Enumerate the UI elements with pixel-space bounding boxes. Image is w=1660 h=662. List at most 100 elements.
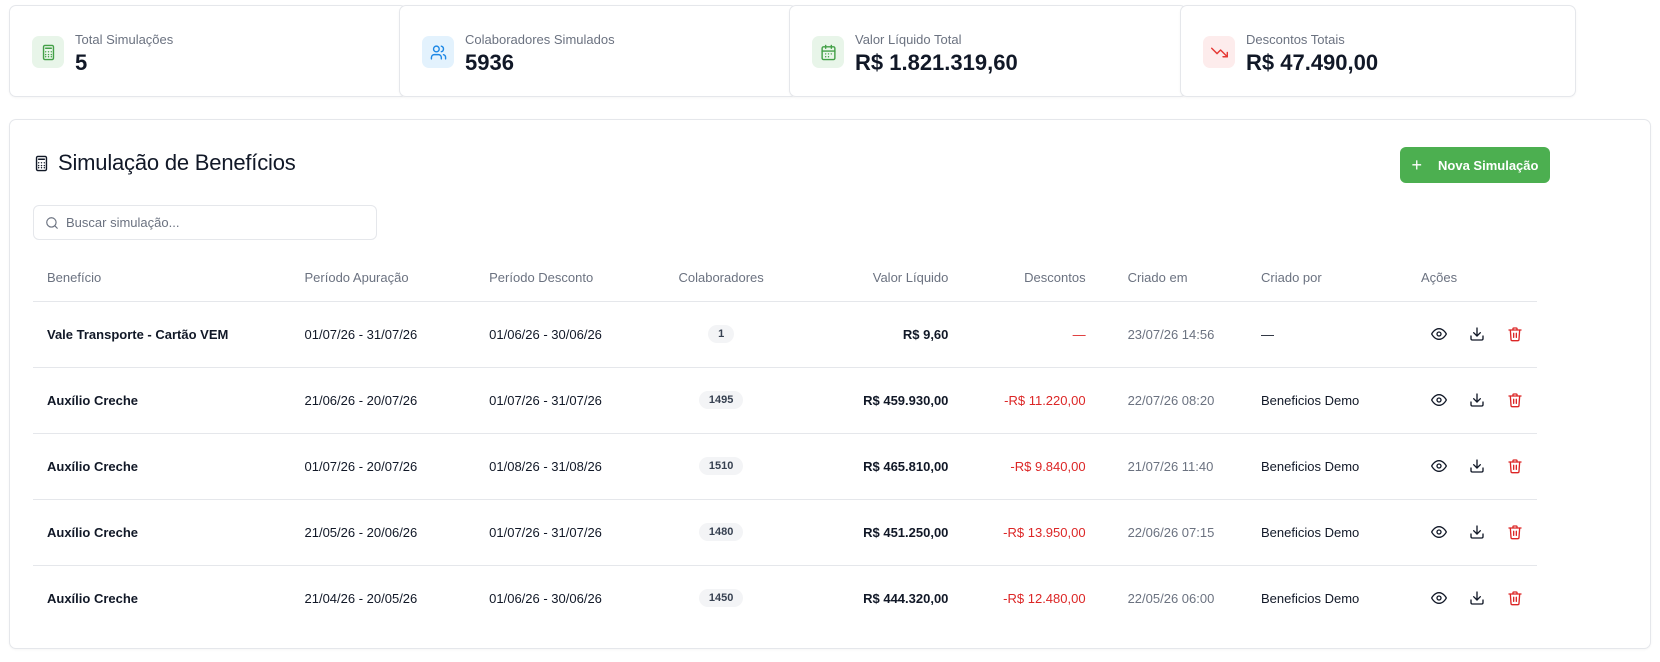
- trash-icon[interactable]: [1507, 392, 1523, 408]
- download-icon[interactable]: [1469, 524, 1485, 540]
- calculator-icon: [32, 36, 64, 68]
- cell-criado-em: 23/07/26 14:56: [1099, 301, 1247, 368]
- stat-card-total-simulacoes: Total Simulações 5: [9, 5, 407, 97]
- cell-valor-liquido: R$ 459.930,00: [788, 367, 963, 434]
- stat-label: Colaboradores Simulados: [465, 32, 615, 47]
- cell-valor-liquido: R$ 451.250,00: [788, 499, 963, 566]
- trash-icon[interactable]: [1507, 524, 1523, 540]
- col-header-colaboradores: Colaboradores: [653, 255, 789, 302]
- eye-icon[interactable]: [1430, 590, 1447, 606]
- stat-card-valor-liquido: Valor Líquido Total R$ 1.821.319,60: [789, 5, 1187, 97]
- cell-periodo-desconto: 01/08/26 - 31/08/26: [475, 433, 654, 500]
- table-row[interactable]: Auxílio Creche 21/04/26 - 20/05/26 01/06…: [33, 565, 1537, 631]
- search-box: [33, 205, 377, 240]
- download-icon[interactable]: [1469, 326, 1485, 342]
- cell-beneficio: Auxílio Creche: [33, 499, 291, 566]
- plus-icon: +: [1411, 155, 1423, 175]
- cell-criado-por: Beneficios Demo: [1247, 433, 1407, 500]
- cell-colaboradores: 1510: [653, 433, 789, 500]
- cell-beneficio: Auxílio Creche: [47, 590, 139, 606]
- cell-acoes: [1407, 565, 1537, 631]
- cell-descontos: -R$ 9.840,00: [962, 433, 1100, 500]
- cell-colaboradores: 1450: [654, 565, 788, 631]
- cell-periodo-apuracao: 21/05/26 - 20/06/26: [290, 499, 476, 566]
- cell-criado-em: 22/06/26 07:15: [1099, 499, 1247, 566]
- stat-label: Descontos Totais: [1246, 32, 1345, 47]
- count-badge: 1450: [698, 589, 744, 608]
- col-header-descontos: Descontos: [962, 255, 1100, 302]
- stat-label: Valor Líquido Total: [855, 32, 962, 47]
- cell-colaboradores: 1495: [653, 367, 789, 434]
- cell-criado-por: Beneficios Demo: [1247, 499, 1407, 566]
- cell-criado-em: 22/07/26 08:20: [1099, 367, 1247, 434]
- search-icon: [46, 217, 58, 229]
- search-input[interactable]: [66, 206, 366, 239]
- eye-icon[interactable]: [1430, 392, 1447, 408]
- page-title: Simulação de Benefícios: [58, 150, 296, 175]
- col-header-valor-liquido: Valor Líquido: [788, 255, 963, 302]
- table-row[interactable]: Vale Transporte - Cartão VEM 01/07/26 - …: [33, 301, 1537, 368]
- trash-icon[interactable]: [1507, 458, 1523, 474]
- stats-row: Total Simulações 5 Colaboradores Simulad…: [9, 5, 1651, 97]
- count-badge: 1480: [698, 523, 744, 541]
- new-simulation-button[interactable]: + Nova Simulação: [1400, 147, 1550, 183]
- cell-periodo-apuracao: 21/04/26 - 20/05/26: [304, 590, 418, 606]
- panel-header: Simulação de Benefícios: [33, 150, 296, 176]
- stat-value: 5936: [465, 50, 514, 75]
- eye-icon[interactable]: [1430, 524, 1447, 540]
- cell-acoes: [1406, 433, 1537, 500]
- cell-acoes: [1406, 499, 1537, 566]
- cell-criado-por: —: [1247, 301, 1407, 368]
- download-icon[interactable]: [1469, 590, 1485, 606]
- col-header-criado-por: Criado por: [1247, 255, 1407, 302]
- stat-label: Total Simulações: [75, 32, 174, 47]
- cell-periodo-desconto: 01/06/26 - 30/06/26: [475, 301, 654, 368]
- cell-beneficio: Auxílio Creche: [33, 367, 291, 434]
- stat-card-descontos: Descontos Totais R$ 47.490,00: [1180, 5, 1576, 97]
- cell-periodo-desconto: 01/07/26 - 31/07/26: [475, 499, 654, 566]
- cell-criado-por: Beneficios Demo: [1261, 590, 1360, 606]
- cell-colaboradores: 1: [653, 301, 789, 368]
- cell-valor-liquido: R$ 444.320,00: [863, 590, 949, 606]
- cell-beneficio: Auxílio Creche: [33, 433, 291, 500]
- table-row[interactable]: Auxílio Creche 21/06/26 - 20/07/26 01/07…: [33, 367, 1537, 434]
- cell-descontos: -R$ 11.220,00: [962, 367, 1100, 434]
- trash-icon[interactable]: [1507, 590, 1523, 606]
- eye-icon[interactable]: [1430, 458, 1447, 474]
- cell-acoes: [1406, 301, 1537, 368]
- col-header-beneficio: Benefício: [33, 255, 291, 302]
- simulations-panel: Simulação de Benefícios + Nova Simulação…: [9, 119, 1651, 649]
- cell-periodo-desconto: 01/06/26 - 30/06/26: [489, 590, 602, 606]
- cell-descontos: -R$ 12.480,00: [1003, 590, 1086, 606]
- cell-descontos: —: [962, 301, 1100, 368]
- table-row[interactable]: Auxílio Creche 01/07/26 - 20/07/26 01/08…: [33, 433, 1537, 500]
- cell-criado-por: Beneficios Demo: [1247, 367, 1407, 434]
- cell-valor-liquido: R$ 465.810,00: [788, 433, 963, 500]
- cell-colaboradores: 1480: [653, 499, 789, 566]
- cell-acoes: [1406, 367, 1537, 434]
- count-badge: 1510: [698, 457, 744, 475]
- cell-valor-liquido: R$ 9,60: [788, 301, 963, 368]
- users-icon: [422, 36, 454, 68]
- stat-value: R$ 47.490,00: [1246, 50, 1379, 75]
- download-icon[interactable]: [1469, 392, 1485, 408]
- download-icon[interactable]: [1469, 458, 1485, 474]
- cell-periodo-desconto: 01/07/26 - 31/07/26: [475, 367, 654, 434]
- cell-descontos: -R$ 13.950,00: [962, 499, 1100, 566]
- stat-value: R$ 1.821.319,60: [855, 50, 1018, 75]
- trending-down-icon: [1203, 36, 1235, 68]
- new-simulation-label: Nova Simulação: [1438, 157, 1539, 173]
- col-header-periodo-apuracao: Período Apuração: [290, 255, 476, 302]
- simulations-table: Benefício Período Apuração Período Desco…: [33, 255, 1537, 631]
- table-row[interactable]: Auxílio Creche 21/05/26 - 20/06/26 01/07…: [33, 499, 1537, 566]
- cell-criado-em: 21/07/26 11:40: [1099, 433, 1247, 500]
- calendar-icon: [812, 36, 844, 68]
- cell-beneficio: Vale Transporte - Cartão VEM: [33, 301, 291, 368]
- cell-periodo-apuracao: 01/07/26 - 31/07/26: [290, 301, 476, 368]
- cell-periodo-apuracao: 21/06/26 - 20/07/26: [290, 367, 476, 434]
- trash-icon[interactable]: [1507, 326, 1523, 342]
- col-header-periodo-desconto: Período Desconto: [475, 255, 654, 302]
- eye-icon[interactable]: [1430, 326, 1447, 342]
- count-badge: 1495: [698, 391, 744, 409]
- col-header-criado-em: Criado em: [1099, 255, 1247, 302]
